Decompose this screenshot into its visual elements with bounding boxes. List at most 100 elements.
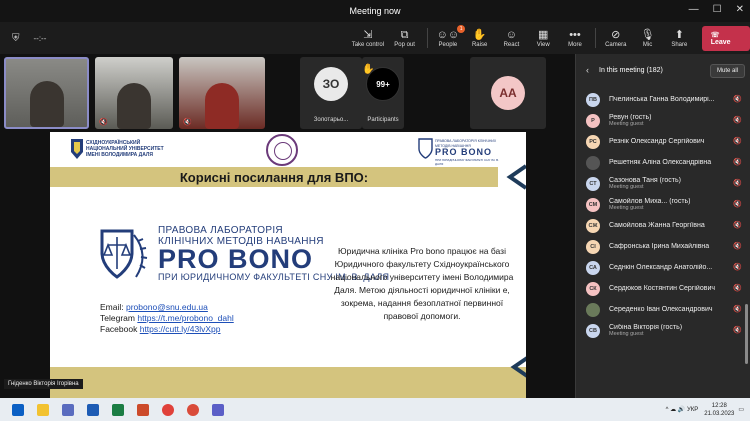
presenter-name: Гніденко Вікторія Ігорівна [4,379,83,389]
avatar: Р [586,113,600,128]
participant-row[interactable]: Середенко Іван Олександрович 🔇 [576,299,744,320]
mic-off-icon[interactable]: 🔇 [733,137,742,145]
mic-off-icon[interactable]: 🔇 [733,179,742,187]
windows-taskbar: ^ ☁ 🔊 УКР 12:28 21.03.2023 ▭ [0,398,750,421]
windows-start-icon[interactable] [12,403,24,416]
meeting-timer: --:-- [33,33,47,43]
participant-row[interactable]: СМ Самойлов Миха... (гость) Meeting guest 🔇 [576,194,744,215]
people-icon: ☺☺ 1 [437,25,466,42]
mic-off-icon[interactable]: 🔇 [733,221,742,229]
chrome-icon[interactable] [162,403,174,416]
chevron-left-icon [510,356,526,378]
leave-button[interactable]: ☏ Leave [701,25,750,51]
avatar: СІ [586,239,600,254]
pop-out-button[interactable]: ⧉ Pop out [387,28,423,48]
avatar-tile[interactable]: AA [470,57,546,129]
avatar: СК [586,281,600,296]
mute-all-button[interactable]: Mute all [709,64,745,78]
participant-name: Середенко Іван Олександрович [609,306,713,313]
tile-label: Золотарьо... [313,117,349,123]
clock[interactable]: 12:28 21.03.2023 [704,402,734,418]
clinic-description: Юридична клініка Pro bono працює на базі… [330,246,514,321]
mic-off-icon[interactable]: 🔇 [733,326,742,334]
teams-icon[interactable] [212,403,224,416]
window-title: Meeting now [349,6,401,16]
video-tile[interactable]: 🔇 [179,57,265,129]
participant-row[interactable]: Решетняк Аліна Олександрівна 🔇 [576,152,744,173]
mic-button[interactable]: 🎙 Mic [632,28,663,48]
back-chevron-icon[interactable]: ‹ [586,65,589,75]
network-icon[interactable]: ☁ [670,406,676,413]
take-control-button[interactable]: ⇲ Take control [350,28,386,48]
telegram-link[interactable]: https://t.me/probono_dahl [137,313,233,323]
mic-off-icon[interactable]: 🔇 [733,116,742,124]
mic-off-icon: 🎙 [640,29,655,41]
avatar-tile[interactable]: ЗО Золотарьо... [300,57,362,129]
language-indicator[interactable]: УКР [687,407,698,413]
participant-name: Сибіна Вікторія (гость) [609,324,683,331]
faculty-seal-icon [266,134,298,166]
file-explorer-icon[interactable] [37,403,49,416]
participant-row[interactable]: СТ Сазонова Таня (гость) Meeting guest 🔇 [576,173,744,194]
chrome-icon[interactable] [187,403,199,416]
more-icon: ••• [569,29,581,41]
mic-off-icon[interactable]: 🔇 [733,263,742,271]
participant-row[interactable]: Р Ревун (гость) Meeting guest 🔇 [576,110,744,131]
participant-row[interactable]: РС Резнік Олександр Сергійович 🔇 [576,131,744,152]
maximize-button[interactable]: ☐ [713,4,722,15]
participant-name: Сафронська Ірина Михайлівна [609,243,710,250]
app-icon[interactable] [62,403,74,416]
word-icon[interactable] [87,403,99,416]
video-tile[interactable]: 🔇 [95,57,173,129]
participant-name: Сазонова Таня (гость) [609,177,681,184]
mic-off-icon[interactable]: 🔇 [733,284,742,292]
participant-row[interactable]: СІ Сафронська Ірина Михайлівна 🔇 [576,236,744,257]
minimize-button[interactable]: — [689,4,699,15]
mic-off-icon: 🔇 [99,119,108,126]
university-logo: СХІДНОУКРАЇНСЬКИЙ НАЦІОНАЛЬНИЙ УНІВЕРСИТ… [70,138,195,162]
email-link[interactable]: probono@snu.edu.ua [126,302,208,312]
participants-count: 99+ [366,67,400,101]
raise-hand-icon: ✋ [472,29,487,41]
excel-icon[interactable] [112,403,124,416]
react-button[interactable]: ☺ React [496,28,527,48]
participant-row[interactable]: СЖ Самойлова Жанна Георгіївна 🔇 [576,215,744,236]
tray-chevron-icon[interactable]: ^ [666,407,669,413]
participant-row[interactable]: СА Седнкін Олександр Анатолійо... 🔇 [576,257,744,278]
university-emblem-icon [71,139,83,159]
view-button[interactable]: ▦ View [528,28,559,48]
mic-off-icon[interactable]: 🔇 [733,305,742,313]
video-tile[interactable] [4,57,89,129]
share-button[interactable]: ⬆ Share [664,28,695,48]
facebook-link[interactable]: https://cutt.ly/43lvXpp [140,324,221,334]
mic-off-icon[interactable]: 🔇 [733,158,742,166]
volume-icon[interactable]: 🔊 [678,406,685,413]
participant-row[interactable]: СВ Сибіна Вікторія (гость) Meeting guest 🔇 [576,320,744,341]
notification-icon[interactable]: ▭ [738,406,744,413]
avatar: СА [586,260,600,275]
slide-footer-bar [50,367,526,398]
panel-scrollbar[interactable] [745,304,748,364]
participant-row[interactable]: СК Сердюков Костянтин Сергійович 🔇 [576,278,744,299]
mic-off-icon[interactable]: 🔇 [733,95,742,103]
people-button[interactable]: ☺☺ 1 People [432,25,466,48]
avatar: СТ [586,176,600,191]
slide-heading: Корисні посилання для ВПО: [179,169,369,185]
camera-button[interactable]: ⊘ Camera [600,28,631,48]
mic-off-icon[interactable]: 🔇 [733,242,742,250]
avatar [586,302,600,317]
more-button[interactable]: ••• More [560,28,591,48]
participant-row[interactable]: ПВ Пчелинська Ганна Володимирі... 🔇 [576,89,744,110]
mic-off-icon[interactable]: 🔇 [733,200,742,208]
shield-icon: ⛨ [12,32,20,44]
participants-tile[interactable]: ✋ 99+ Participants [362,57,404,129]
powerpoint-icon[interactable] [137,403,149,416]
close-button[interactable]: ✕ [736,4,744,15]
react-icon: ☺ [505,29,518,41]
shared-slide: СХІДНОУКРАЇНСЬКИЙ НАЦІОНАЛЬНИЙ УНІВЕРСИТ… [50,132,526,398]
participant-list: ПВ Пчелинська Ганна Володимирі... 🔇 Р Ревун … [576,89,744,341]
raise-hand-button[interactable]: ✋ Raise [464,28,495,48]
participant-role: Meeting guest [609,184,644,190]
avatar: ПВ [586,92,600,107]
slide-heading-bar: Корисні посилання для ВПО: [50,167,498,187]
